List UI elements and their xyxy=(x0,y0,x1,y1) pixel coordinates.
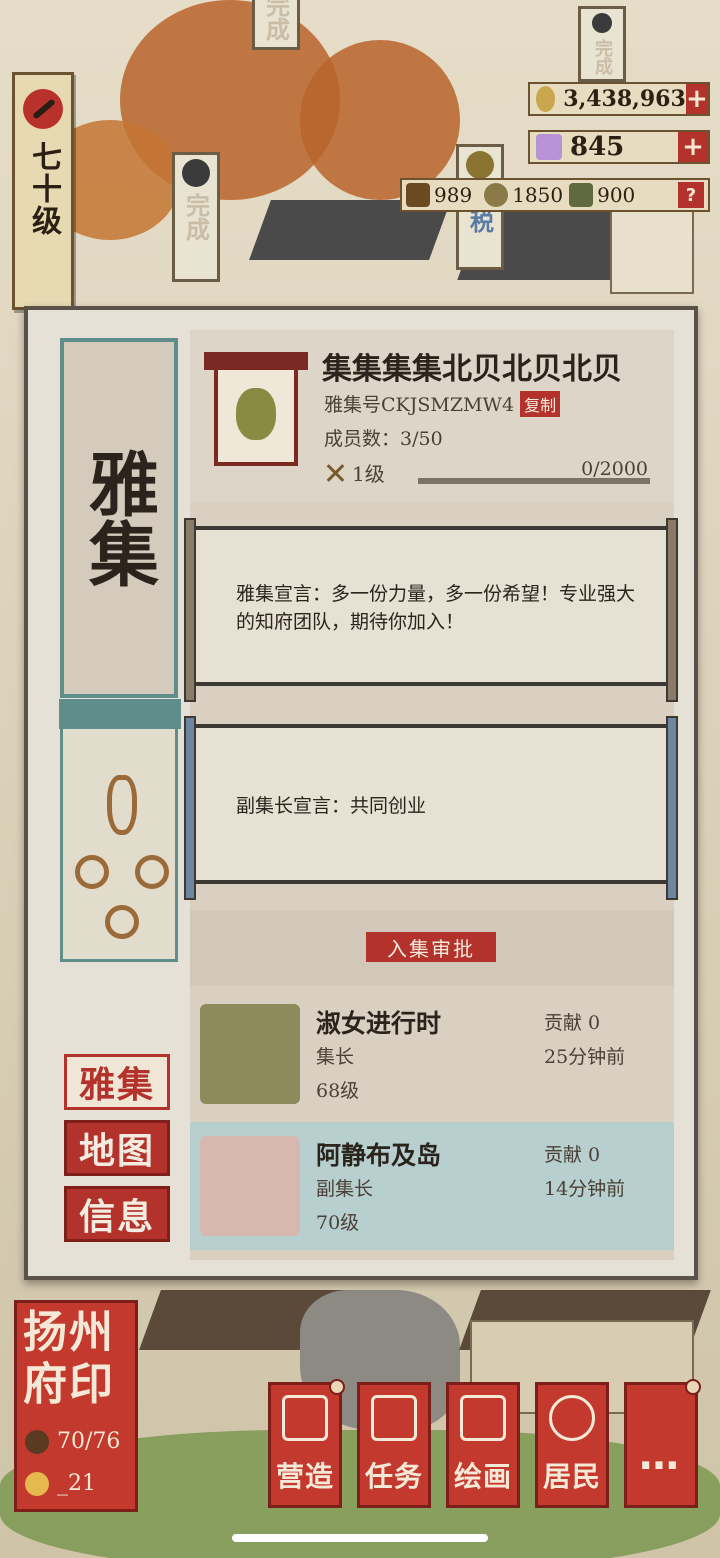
bell-icon xyxy=(182,159,210,187)
population-icon xyxy=(25,1429,49,1454)
jade-gem-icon xyxy=(536,134,562,160)
society-emblem-icon xyxy=(204,352,308,472)
member-row[interactable]: 阿静布及岛 副集长 70级 贡献 0 14分钟前 xyxy=(190,1122,674,1250)
jade-value: 845 xyxy=(570,132,625,162)
society-exp-text: 0/2000 xyxy=(581,458,648,480)
population-value: 70/76 xyxy=(57,1429,121,1454)
sign-text: 完成 xyxy=(261,0,291,41)
coin-icon xyxy=(466,151,494,179)
wood-value: 989 xyxy=(434,183,473,207)
building-complete-sign[interactable]: 完成 xyxy=(578,6,626,82)
player-level-tag[interactable]: 七十级 xyxy=(12,72,74,310)
declaration-scroll: 雅集宣言：多一份力量，多一份希望！专业强大的知府团队，期待你加入！ xyxy=(184,518,678,702)
society-info-card: 集集集集北贝北贝北贝 雅集号CKJSMZMW4 复制 成员数：3/50 1级 0… xyxy=(190,330,674,502)
vice-declaration-text: 副集长宣言：共同创业 xyxy=(236,795,427,817)
society-id: 雅集号CKJSMZMW4 xyxy=(324,394,515,416)
nav-tab-society[interactable]: 雅集 xyxy=(64,1054,170,1110)
member-contribution: 贡献 0 xyxy=(544,1144,601,1166)
jade-currency: 845 + xyxy=(528,130,710,164)
seal-title: 扬州府印 xyxy=(23,1307,115,1410)
resident-icon xyxy=(549,1395,595,1441)
building-complete-sign[interactable]: 完成 xyxy=(172,152,220,282)
more-icon: … xyxy=(639,1433,683,1479)
bell-icon xyxy=(592,13,612,33)
society-level-text: 1级 xyxy=(352,462,385,486)
society-id-row: 雅集号CKJSMZMW4 复制 xyxy=(324,390,561,417)
tea-value: 900 xyxy=(597,183,636,207)
add-copper-button[interactable]: + xyxy=(685,84,708,114)
task-label: 任务 xyxy=(364,1460,423,1493)
society-exp-progress: 0/2000 xyxy=(418,458,650,484)
painting-icon xyxy=(460,1395,506,1441)
member-contribution: 贡献 0 xyxy=(544,1012,601,1034)
copper-currency: 3,438,963 + xyxy=(528,82,710,116)
resource-tea: 900 xyxy=(569,183,635,207)
coin-icon xyxy=(75,855,109,889)
member-name: 阿静布及岛 xyxy=(316,1141,442,1170)
member-avatar xyxy=(200,1136,300,1236)
decorative-pavilion-art xyxy=(59,699,181,962)
society-level: 1级 xyxy=(324,458,385,487)
scroll-task-icon xyxy=(371,1395,417,1441)
society-panel: 雅集 雅集 地图 信息 集集集集北贝北贝北贝 雅集号CKJSMZMW4 复制 成… xyxy=(24,306,698,1280)
society-name: 集集集集北贝北贝北贝 xyxy=(322,352,622,387)
panel-sidebar: 雅集 雅集 地图 信息 xyxy=(50,332,190,1256)
add-jade-button[interactable]: + xyxy=(678,132,708,162)
happiness-stat: _21 xyxy=(25,1471,96,1496)
member-role: 副集长 xyxy=(316,1178,374,1200)
resource-wood: 989 xyxy=(406,183,472,207)
building-complete-sign[interactable]: 完成 xyxy=(252,0,300,50)
resource-stone: 1850 xyxy=(484,183,563,207)
building-icon xyxy=(282,1395,328,1441)
member-role: 集长 xyxy=(316,1046,355,1068)
coin-icon xyxy=(135,855,169,889)
prefecture-seal-card[interactable]: 扬州府印 70/76 _21 xyxy=(14,1300,138,1512)
build-button[interactable]: 营造 xyxy=(268,1379,345,1508)
copper-value: 3,438,963 xyxy=(563,86,686,112)
nav-tab-map[interactable]: 地图 xyxy=(64,1120,170,1176)
member-level: 70级 xyxy=(316,1212,360,1234)
help-button[interactable]: ? xyxy=(678,182,704,208)
stone-icon xyxy=(484,183,509,207)
join-approval-button[interactable]: 入集审批 xyxy=(366,932,496,962)
brush-icon xyxy=(23,89,63,129)
member-name: 淑女进行时 xyxy=(316,1009,442,1038)
member-last-active: 14分钟前 xyxy=(544,1178,626,1200)
stone-value: 1850 xyxy=(512,183,564,207)
resident-label: 居民 xyxy=(542,1460,601,1493)
declaration-text: 雅集宣言：多一份力量，多一份希望！专业强大的知府团队，期待你加入！ xyxy=(236,583,636,633)
member-avatar xyxy=(200,1004,300,1104)
society-member-count: 成员数：3/50 xyxy=(324,428,443,450)
resident-button[interactable]: 居民 xyxy=(535,1382,609,1508)
crossed-swords-icon xyxy=(324,462,346,484)
approval-bar: 入集审批 xyxy=(190,910,674,986)
vice-declaration-scroll: 副集长宣言：共同创业 xyxy=(184,716,678,900)
happiness-value: _21 xyxy=(57,1471,96,1496)
player-level-text: 七十级 xyxy=(26,141,61,237)
smiley-icon xyxy=(25,1471,49,1496)
nav-tab-info[interactable]: 信息 xyxy=(64,1186,170,1242)
home-indicator[interactable] xyxy=(232,1534,488,1542)
population-stat: 70/76 xyxy=(25,1429,120,1454)
copper-coin-icon xyxy=(536,86,556,112)
member-row[interactable]: 淑女进行时 集长 68级 贡献 0 25分钟前 xyxy=(190,990,674,1118)
painting-button[interactable]: 绘画 xyxy=(446,1382,520,1508)
gourd-icon xyxy=(107,775,137,835)
sign-text: 完成 xyxy=(181,193,211,241)
resource-bar: 989 1850 900 ? xyxy=(400,178,710,212)
wood-icon xyxy=(406,183,430,207)
sign-text: 完成 xyxy=(592,39,613,75)
panel-side-title: 雅集 xyxy=(60,338,178,698)
member-level: 68级 xyxy=(316,1080,360,1102)
member-last-active: 25分钟前 xyxy=(544,1046,626,1068)
task-button[interactable]: 任务 xyxy=(357,1382,431,1508)
tea-icon xyxy=(569,183,594,207)
build-label: 营造 xyxy=(275,1460,334,1493)
copy-id-button[interactable]: 复制 xyxy=(520,390,561,417)
panel-content: 集集集集北贝北贝北贝 雅集号CKJSMZMW4 复制 成员数：3/50 1级 0… xyxy=(184,330,678,1260)
coin-icon xyxy=(105,905,139,939)
more-button[interactable]: … xyxy=(624,1379,701,1508)
painting-label: 绘画 xyxy=(453,1460,512,1493)
